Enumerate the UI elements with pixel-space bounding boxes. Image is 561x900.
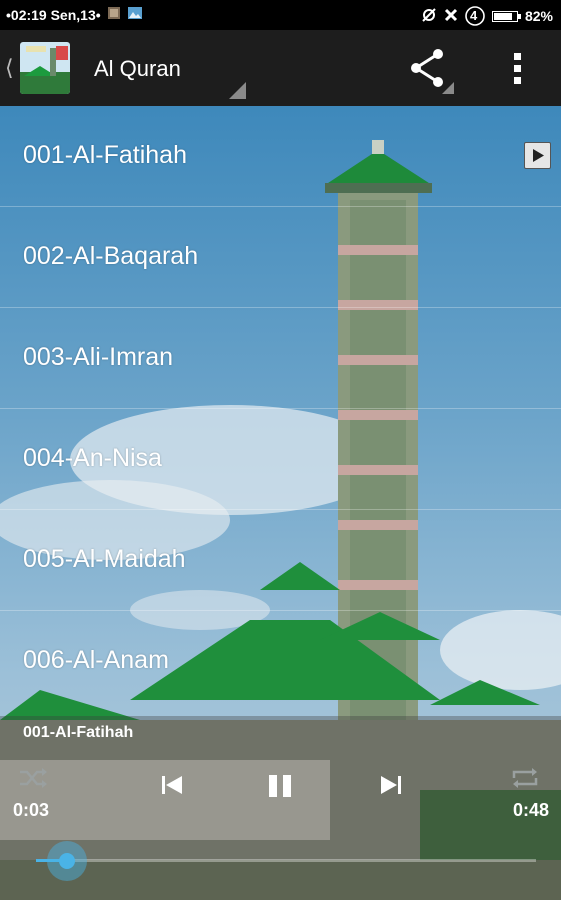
next-button[interactable]	[379, 773, 403, 802]
play-icon[interactable]	[524, 142, 551, 169]
shuffle-button[interactable]	[18, 766, 48, 795]
surah-label: 005-Al-Maidah	[23, 545, 186, 573]
elapsed-time: 0:03	[13, 800, 50, 820]
no-signal-icon	[444, 8, 458, 25]
gallery-icon	[107, 6, 121, 23]
network-4g-icon: 4	[465, 6, 485, 26]
network-label: 4	[469, 8, 478, 23]
surah-item[interactable]: 004-An-Nisa	[0, 409, 561, 510]
repeat-button[interactable]	[510, 766, 540, 795]
surah-item[interactable]: 001-Al-Fatihah	[0, 106, 561, 207]
overflow-menu-button[interactable]	[500, 44, 536, 92]
surah-label: 004-An-Nisa	[23, 444, 162, 472]
app-icon[interactable]	[20, 42, 70, 94]
surah-item[interactable]: 005-Al-Maidah	[0, 510, 561, 611]
surah-label: 006-Al-Anam	[23, 646, 169, 674]
seek-thumb[interactable]	[47, 841, 88, 881]
surah-label: 001-Al-Fatihah	[23, 141, 187, 169]
seek-bar[interactable]	[36, 859, 536, 862]
next-icon	[381, 776, 401, 794]
surah-list: 001-Al-Fatihah 002-Al-Baqarah 003-Ali-Im…	[0, 106, 561, 711]
share-corner-icon	[442, 82, 454, 94]
status-bar: •02:19 Sen,13• 4 82%	[0, 0, 561, 30]
pause-button[interactable]	[267, 773, 293, 804]
up-caret-icon[interactable]: ⟨	[5, 55, 14, 81]
surah-item[interactable]: 002-Al-Baqarah	[0, 207, 561, 308]
previous-icon	[162, 776, 182, 794]
repeat-icon	[512, 768, 538, 788]
pause-icon	[269, 775, 291, 797]
shuffle-icon	[20, 768, 47, 788]
surah-item[interactable]: 003-Ali-Imran	[0, 308, 561, 409]
battery-icon	[491, 10, 521, 22]
now-playing-title: 001-Al-Fatihah	[23, 724, 134, 741]
audio-player: 001-Al-Fatihah 0:03 0:48	[0, 716, 561, 900]
app-title[interactable]: Al Quran	[94, 56, 181, 82]
overflow-menu-icon	[514, 53, 521, 84]
dropdown-corner-icon	[229, 82, 246, 99]
image-icon	[127, 6, 143, 23]
status-time: •02:19 Sen,13•	[6, 6, 101, 23]
surah-label: 003-Ali-Imran	[23, 343, 174, 371]
surah-label: 002-Al-Baqarah	[23, 242, 199, 270]
action-bar: ⟨ Al Quran	[0, 30, 561, 106]
surah-item[interactable]: 006-Al-Anam	[0, 611, 561, 711]
duration-time: 0:48	[512, 800, 549, 820]
no-sync-icon	[421, 7, 437, 26]
previous-button[interactable]	[160, 773, 184, 802]
battery-percent: 82%	[524, 8, 553, 24]
